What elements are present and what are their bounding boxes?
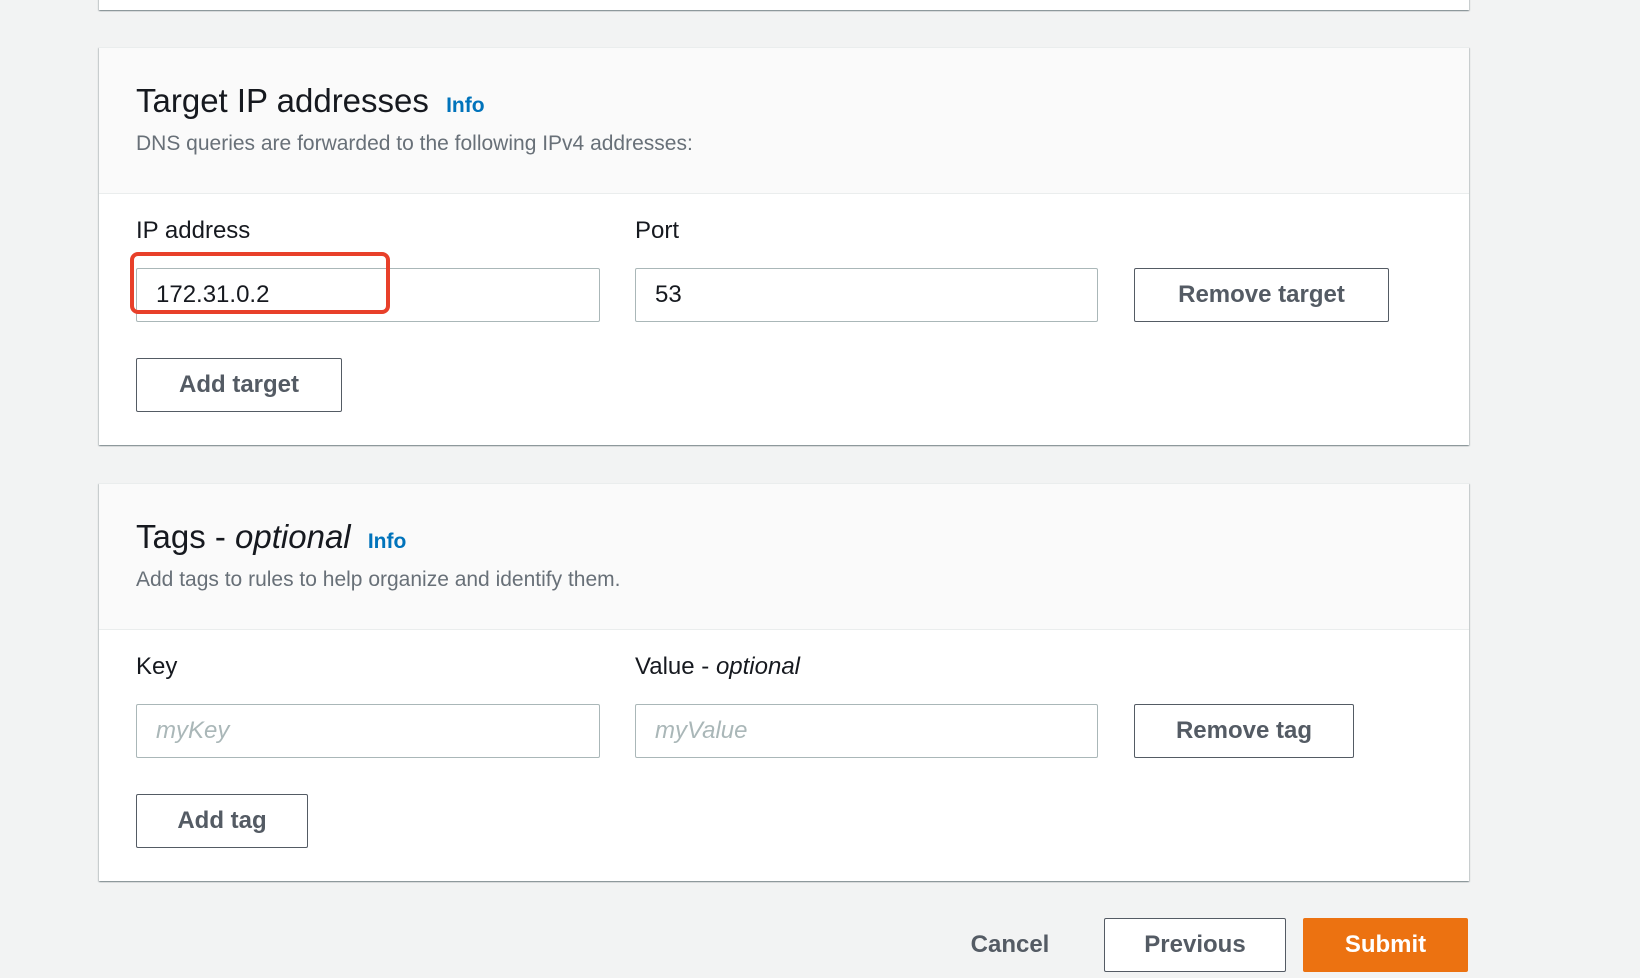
ip-address-label: IP address (136, 217, 251, 244)
port-label: Port (635, 217, 680, 244)
add-target-button[interactable]: Add target (136, 358, 342, 412)
value-label-optional: optional (715, 653, 801, 680)
info-link[interactable]: Info (368, 530, 406, 553)
submit-button[interactable]: Submit (1303, 918, 1468, 972)
tags-panel: Tags - optional Info Add tags to rules t… (99, 483, 1469, 881)
add-tag-button[interactable]: Add tag (136, 794, 308, 848)
panel-title-optional: optional (235, 518, 351, 555)
panel-title-text: Target IP addresses (136, 82, 429, 119)
value-label-text: Value - (635, 653, 716, 680)
panel-title: Target IP addresses Info (136, 81, 485, 126)
panel-description: Add tags to rules to help organize and i… (136, 568, 621, 591)
key-label: Key (136, 653, 178, 680)
previous-button[interactable]: Previous (1104, 918, 1286, 972)
panel-title-text: Tags - (136, 518, 236, 555)
value-input[interactable] (635, 704, 1098, 758)
panel-header: Tags - optional Info Add tags to rules t… (99, 484, 1469, 630)
page: Target IP addresses Info DNS queries are… (0, 0, 1640, 978)
ip-address-input[interactable] (136, 268, 600, 322)
port-input[interactable] (635, 268, 1098, 322)
cancel-button[interactable]: Cancel (955, 918, 1065, 972)
previous-section-panel (99, 0, 1469, 10)
target-ip-addresses-panel: Target IP addresses Info DNS queries are… (99, 47, 1469, 445)
info-link[interactable]: Info (446, 94, 484, 117)
remove-target-button[interactable]: Remove target (1134, 268, 1389, 322)
value-label: Value - optional (635, 652, 800, 682)
key-input[interactable] (136, 704, 600, 758)
panel-header: Target IP addresses Info DNS queries are… (99, 48, 1469, 194)
remove-tag-button[interactable]: Remove tag (1134, 704, 1354, 758)
panel-description: DNS queries are forwarded to the followi… (136, 132, 693, 155)
panel-title: Tags - optional Info (136, 517, 406, 562)
